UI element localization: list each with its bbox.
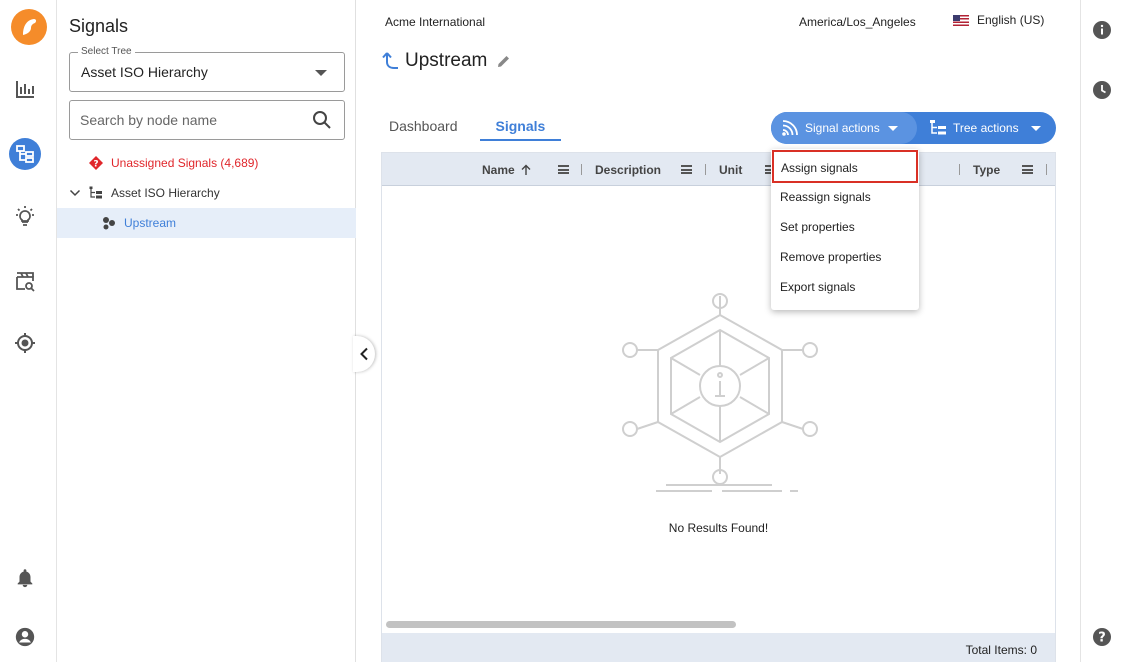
signal-actions-menu: Assign signals Reassign signals Set prop… (771, 149, 919, 310)
search-icon[interactable] (312, 110, 332, 135)
column-separator[interactable] (581, 164, 582, 175)
bell-icon[interactable] (10, 563, 40, 593)
asset-cluster-icon (103, 217, 115, 230)
rss-feed-icon (782, 120, 798, 136)
column-label: Unit (719, 162, 743, 177)
caret-down-icon (315, 70, 327, 76)
svg-text:?: ? (93, 160, 98, 170)
column-menu-icon[interactable] (681, 165, 692, 174)
tree-node-label: Upstream (124, 216, 177, 230)
clapper-search-icon[interactable] (10, 266, 40, 296)
info-icon[interactable] (1092, 20, 1112, 40)
select-tree-value: Asset ISO Hierarchy (81, 64, 208, 80)
pencil-icon[interactable] (497, 54, 511, 68)
menu-item-remove-properties[interactable]: Remove properties (771, 242, 919, 272)
search-box (69, 100, 345, 140)
tab-dashboard[interactable]: Dashboard (381, 112, 466, 141)
tree-actions-label: Tree actions (953, 121, 1019, 135)
search-input[interactable] (80, 110, 300, 130)
column-header-type[interactable]: Type (973, 153, 1000, 186)
timezone-selector[interactable]: America/Los_Angeles (799, 15, 916, 29)
hierarchy-small-icon (89, 186, 102, 199)
column-label: Type (973, 162, 1001, 177)
page-title-text: Upstream (405, 50, 488, 71)
horizontal-scrollbar[interactable] (386, 621, 736, 628)
column-label: Description (595, 162, 662, 177)
right-rail: ? (1080, 0, 1126, 662)
column-separator[interactable] (959, 164, 960, 175)
total-items-count: Total Items: 0 (965, 643, 1037, 657)
empty-state-text: No Results Found! (668, 521, 769, 535)
language-label: English (US) (977, 13, 1045, 27)
warning-diamond-icon: ? (89, 156, 103, 170)
tree-node-label: Unassigned Signals (4,689) (111, 156, 259, 170)
menu-item-assign-signals[interactable]: Assign signals (772, 150, 918, 183)
organization-name: Acme International (385, 15, 486, 29)
tab-signals[interactable]: Signals (479, 112, 562, 141)
column-header-name[interactable]: Name (482, 153, 532, 186)
column-label: Name (482, 162, 515, 177)
target-icon[interactable] (10, 328, 40, 358)
tree-node-unassigned[interactable]: ? Unassigned Signals (4,689) (57, 148, 356, 178)
menu-item-reassign-signals[interactable]: Reassign signals (771, 182, 919, 212)
tree-actions-button[interactable]: Tree actions (917, 112, 1056, 144)
column-separator[interactable] (1046, 164, 1047, 175)
column-menu-icon[interactable] (558, 165, 569, 174)
caret-down-icon (887, 125, 898, 131)
no-results-illustration-icon (622, 293, 818, 492)
signal-actions-button[interactable]: Signal actions (771, 112, 917, 144)
tree-node-upstream[interactable]: Upstream (57, 208, 356, 238)
signal-actions-label: Signal actions (805, 121, 880, 135)
tree-node-root[interactable]: Asset ISO Hierarchy (57, 178, 356, 208)
hierarchy-icon[interactable] (9, 138, 41, 170)
app-logo-icon[interactable] (11, 9, 47, 45)
column-header-unit[interactable]: Unit (719, 153, 742, 186)
grid-header: Name Description Unit Type (382, 153, 1055, 186)
menu-item-set-properties[interactable]: Set properties (771, 212, 919, 242)
panel-title: Signals (69, 16, 129, 36)
sort-ascending-icon[interactable] (520, 164, 532, 176)
column-separator[interactable] (705, 164, 706, 175)
hierarchy-small-icon (930, 120, 946, 135)
grid-footer: Total Items: 0 (382, 633, 1055, 662)
tree-node-label: Asset ISO Hierarchy (111, 186, 220, 200)
user-circle-icon[interactable] (10, 622, 40, 652)
left-rail (0, 0, 57, 662)
signals-grid: Name Description Unit Type No Results Fo… (381, 152, 1056, 662)
us-flag-icon (953, 14, 969, 26)
lightbulb-icon[interactable] (10, 202, 40, 232)
upstream-arrow-icon (382, 52, 398, 69)
chevron-down-icon[interactable] (69, 187, 81, 199)
action-button-group: Signal actions Tree actions (771, 112, 1056, 144)
tree-panel: Signals Select Tree Asset ISO Hierarchy … (57, 0, 356, 662)
bar-chart-icon[interactable] (10, 74, 40, 104)
select-tree-dropdown[interactable]: Select Tree Asset ISO Hierarchy (69, 46, 345, 92)
column-header-description[interactable]: Description (595, 153, 661, 186)
select-tree-legend: Select Tree (78, 46, 135, 57)
menu-item-export-signals[interactable]: Export signals (771, 272, 919, 302)
svg-text:?: ? (1098, 631, 1106, 646)
caret-down-icon (1030, 125, 1041, 131)
history-clock-icon[interactable] (1092, 80, 1112, 100)
language-selector[interactable]: English (US) (953, 13, 1044, 27)
help-icon[interactable]: ? (1092, 627, 1112, 647)
main-content: Acme International America/Los_Angeles E… (357, 0, 1080, 662)
page-title: Upstream (381, 50, 511, 72)
column-menu-icon[interactable] (1022, 165, 1033, 174)
tab-bar: Dashboard Signals (381, 112, 575, 142)
